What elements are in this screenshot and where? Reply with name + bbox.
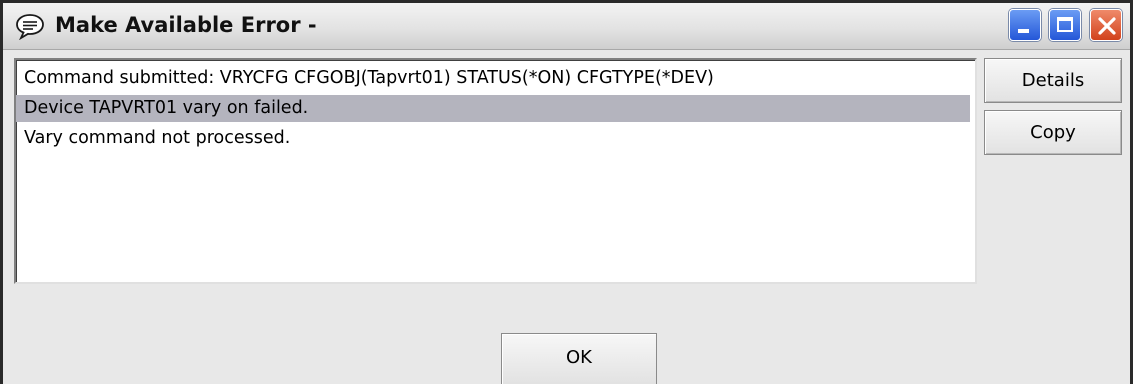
ok-button[interactable]: OK <box>501 333 657 384</box>
close-button[interactable] <box>1090 9 1122 41</box>
minimize-button[interactable] <box>1009 9 1041 41</box>
list-item[interactable]: Command submitted: VRYCFG CFGOBJ(Tapvrt0… <box>24 65 714 92</box>
list-item[interactable]: Vary command not processed. <box>24 125 290 152</box>
copy-button[interactable]: Copy <box>984 110 1122 155</box>
error-dialog-window: Make Available Error - Command submitted… <box>0 0 1133 384</box>
minimize-icon <box>1018 29 1029 33</box>
details-button[interactable]: Details <box>984 58 1122 103</box>
maximize-icon <box>1057 17 1073 32</box>
window-title: Make Available Error - <box>55 13 317 37</box>
maximize-button[interactable] <box>1049 9 1081 41</box>
title-bar[interactable]: Make Available Error - <box>3 0 1130 50</box>
message-list[interactable]: Command submitted: VRYCFG CFGOBJ(Tapvrt0… <box>14 58 977 284</box>
close-icon <box>1098 17 1116 35</box>
speech-bubble-icon <box>15 12 45 41</box>
list-item-selected[interactable]: Device TAPVRT01 vary on failed. <box>16 95 970 122</box>
